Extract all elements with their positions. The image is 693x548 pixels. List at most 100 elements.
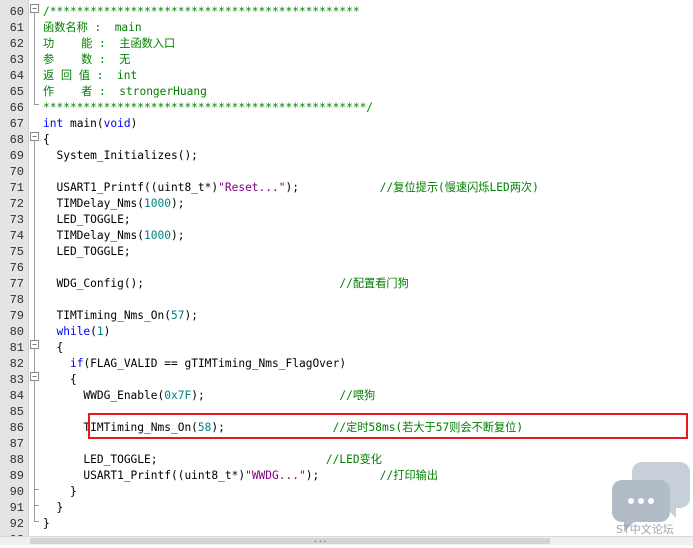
line-code: 返 回 值 : int (43, 68, 137, 84)
fold-guide (34, 13, 35, 104)
line-number: 86 (9, 421, 24, 435)
line-number: 83 (9, 373, 24, 387)
fold-toggle-icon[interactable]: − (30, 132, 39, 141)
line-number: 84 (9, 389, 24, 403)
code-token: WWDG_Enable( (43, 389, 165, 402)
code-line[interactable]: 78 (0, 292, 693, 308)
line-code: System_Initializes(); (43, 148, 198, 164)
fold-end-marker (34, 505, 39, 506)
line-number: 60 (9, 5, 24, 19)
code-line[interactable]: 90 } (0, 484, 693, 500)
line-number: 63 (9, 53, 24, 67)
fold-end-marker (34, 521, 39, 522)
line-code: USART1_Printf((uint8_t*)"Reset..."); //复… (43, 180, 538, 196)
code-token: void (103, 117, 131, 130)
code-token: 1000 (144, 229, 171, 242)
code-line[interactable]: 66 **************************************… (0, 100, 693, 116)
code-line[interactable]: 76 (0, 260, 693, 276)
code-token: (FLAG_VALID == gTIMTiming_Nms_FlagOver) (83, 357, 347, 370)
code-line[interactable]: 67 int main(void) (0, 116, 693, 132)
line-number: 75 (9, 245, 24, 259)
code-line[interactable]: 79 TIMTiming_Nms_On(57); (0, 308, 693, 324)
code-line[interactable]: 69 System_Initializes(); (0, 148, 693, 164)
code-token: { (43, 373, 77, 386)
code-line[interactable]: 92} (0, 516, 693, 532)
code-line[interactable]: 89 USART1_Printf((uint8_t*)"WWDG..."); /… (0, 468, 693, 484)
line-code: LED_TOGGLE; (43, 244, 131, 260)
code-editor[interactable]: 60 /*************************************… (0, 0, 693, 547)
code-token: main( (63, 117, 104, 130)
line-number: 92 (9, 517, 24, 531)
line-code: { (43, 372, 77, 388)
code-line[interactable]: 71 USART1_Printf((uint8_t*)"Reset..."); … (0, 180, 693, 196)
code-token: ); (305, 469, 380, 482)
code-line[interactable]: 60 /*************************************… (0, 4, 693, 20)
fold-end-marker (34, 104, 39, 105)
fold-toggle-icon[interactable]: − (30, 4, 39, 13)
line-code: } (43, 484, 77, 500)
line-number: 77 (9, 277, 24, 291)
code-line[interactable]: 91 } (0, 500, 693, 516)
line-number: 73 (9, 213, 24, 227)
code-line[interactable]: 77 WDG_Config(); //配置看门狗 (0, 276, 693, 292)
line-number: 68 (9, 133, 24, 147)
code-token: if (69, 357, 84, 370)
code-token: int (43, 117, 64, 130)
code-token: LED_TOGGLE; (43, 245, 131, 258)
line-code: { (43, 132, 50, 148)
line-code: TIMTiming_Nms_On(57); (43, 308, 198, 324)
line-code: 作 者 : strongerHuang (43, 84, 207, 100)
code-token: USART1_Printf((uint8_t*) (43, 181, 219, 194)
line-number: 82 (9, 357, 24, 371)
line-number: 64 (9, 69, 24, 83)
code-token: while (56, 325, 91, 338)
code-line[interactable]: 61 函数名称 : main (0, 20, 693, 36)
line-number: 88 (9, 453, 24, 467)
line-number: 80 (9, 325, 24, 339)
code-token: } (43, 517, 50, 530)
code-token: LED_TOGGLE; (43, 213, 131, 226)
code-line[interactable]: 74 TIMDelay_Nms(1000); (0, 228, 693, 244)
code-line[interactable]: 81 { (0, 340, 693, 356)
line-number: 62 (9, 37, 24, 51)
fold-toggle-icon[interactable]: − (30, 372, 39, 381)
code-line[interactable]: 84 WWDG_Enable(0x7F); //喂狗 (0, 388, 693, 404)
line-number: 87 (9, 437, 24, 451)
fold-guide (34, 141, 35, 521)
code-token: System_Initializes(); (43, 149, 198, 162)
code-line[interactable]: 64 返 回 值 : int (0, 68, 693, 84)
code-line[interactable]: 75 LED_TOGGLE; (0, 244, 693, 260)
code-line[interactable]: 88 LED_TOGGLE; //LED变化 (0, 452, 693, 468)
code-line[interactable]: 73 LED_TOGGLE; (0, 212, 693, 228)
code-line[interactable]: 72 TIMDelay_Nms(1000); (0, 196, 693, 212)
line-code: USART1_Printf((uint8_t*)"WWDG..."); //打印… (43, 468, 438, 484)
code-line[interactable]: 63 参 数 : 无 (0, 52, 693, 68)
line-number: 74 (9, 229, 24, 243)
line-number: 65 (9, 85, 24, 99)
line-code: { (43, 340, 63, 356)
code-line[interactable]: 68 { (0, 132, 693, 148)
code-line[interactable]: 82 if(FLAG_VALID == gTIMTiming_Nms_FlagO… (0, 356, 693, 372)
line-number: 71 (9, 181, 24, 195)
code-line[interactable]: 62 功 能 : 主函数入口 (0, 36, 693, 52)
code-token: TIMDelay_Nms( (43, 229, 145, 242)
line-number: 78 (9, 293, 24, 307)
scrollbar-thumb[interactable]: ... (30, 535, 550, 544)
code-line[interactable]: 80 while(1) (0, 324, 693, 340)
line-code: WDG_Config(); //配置看门狗 (43, 276, 408, 292)
line-number: 81 (9, 341, 24, 355)
code-token: 0x7F (164, 389, 192, 402)
code-line[interactable]: 65 作 者 : strongerHuang (0, 84, 693, 100)
line-code: 函数名称 : main (43, 20, 142, 36)
fold-toggle-icon[interactable]: − (30, 340, 39, 349)
code-line[interactable]: 83 { (0, 372, 693, 388)
line-number: 91 (9, 501, 24, 515)
code-line[interactable]: 70 (0, 164, 693, 180)
line-number: 89 (9, 469, 24, 483)
line-code: int main(void) (43, 116, 137, 132)
code-token: ( (90, 325, 97, 338)
code-token: ); (184, 309, 198, 322)
code-token: ****************************************… (43, 101, 374, 114)
